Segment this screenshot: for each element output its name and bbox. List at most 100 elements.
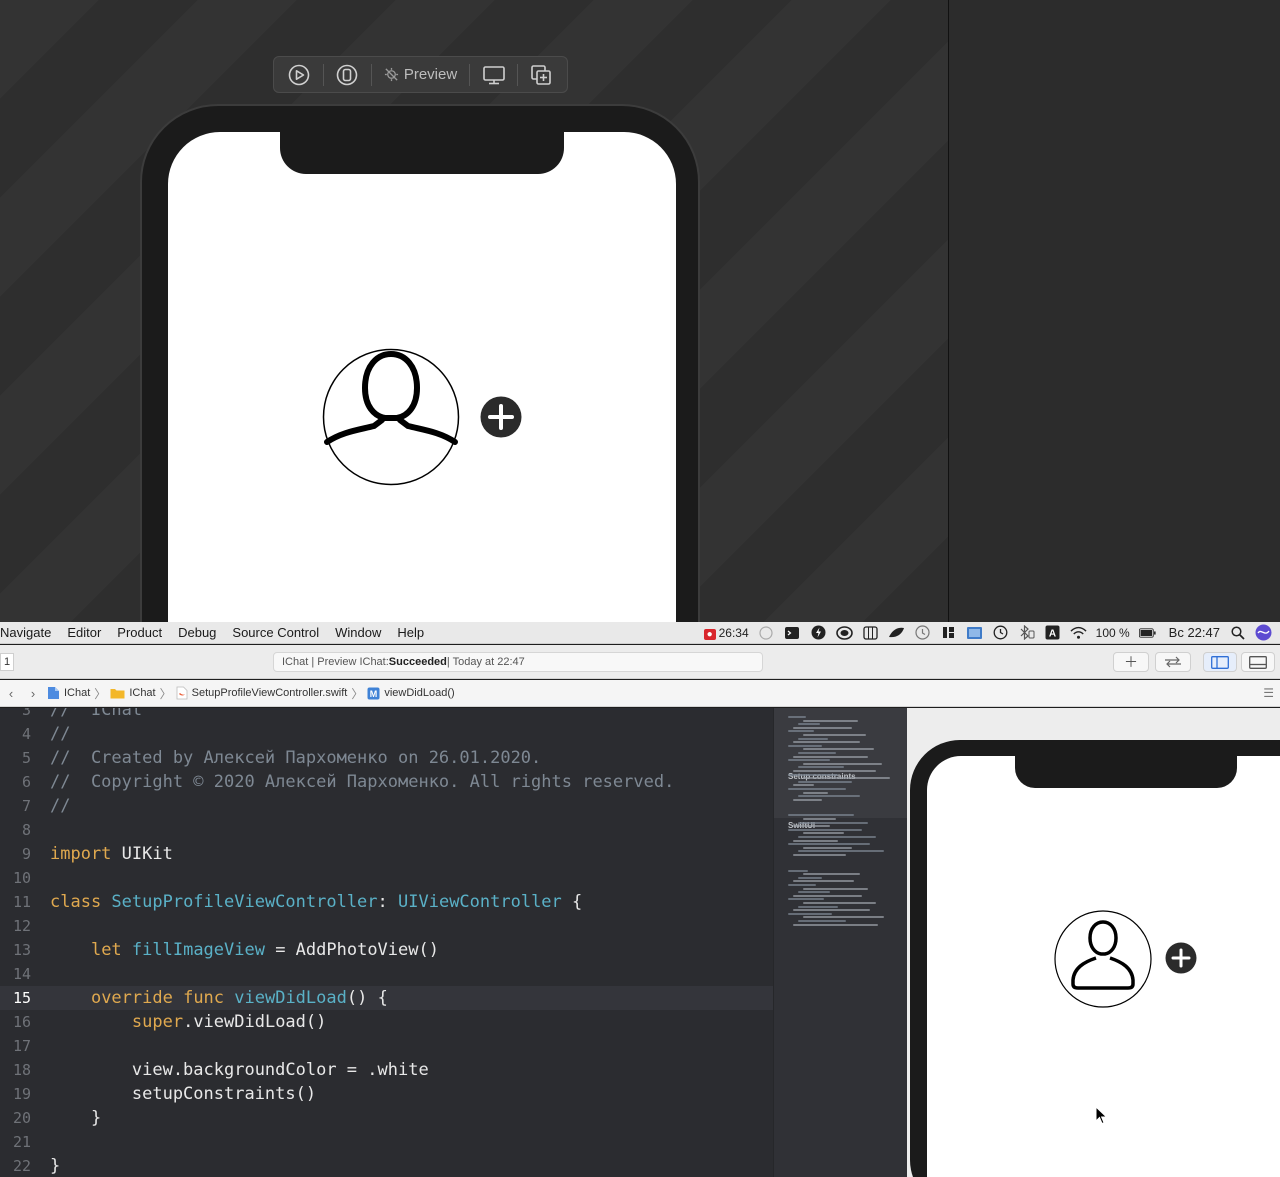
minimap-line — [803, 762, 882, 765]
phone-notch — [280, 132, 564, 174]
code-line[interactable]: 10 — [0, 866, 773, 890]
code-line[interactable]: 8 — [0, 818, 773, 842]
bluetooth-icon[interactable] — [1018, 625, 1035, 640]
add-photo-button[interactable] — [480, 396, 522, 438]
code-review-button[interactable] — [1155, 652, 1191, 672]
live-preview-button[interactable] — [280, 60, 319, 90]
avatar-placeholder-icon[interactable] — [322, 348, 460, 486]
input-source-icon[interactable]: A — [1044, 625, 1061, 640]
menu-navigate[interactable]: Navigate — [0, 625, 59, 640]
canvas-preview-small — [907, 708, 1280, 1177]
code-line[interactable]: 9 import UIKit — [0, 842, 773, 866]
device-settings-button[interactable] — [474, 60, 513, 90]
code-line[interactable]: 19 setupConstraints() — [0, 1082, 773, 1106]
scheme-selector[interactable]: 1 — [0, 653, 14, 671]
bottom-panel-icon — [1249, 655, 1267, 669]
code-text: view.backgroundColor = .white — [50, 1058, 429, 1082]
time-machine-icon[interactable] — [992, 625, 1009, 640]
bolt-icon[interactable] — [810, 625, 827, 640]
code-line[interactable]: 18 view.backgroundColor = .white — [0, 1058, 773, 1082]
line-number: 12 — [12, 917, 31, 935]
leaf-icon[interactable] — [888, 625, 905, 640]
menu-debug[interactable]: Debug — [170, 625, 224, 640]
code-token-comment: // — [50, 724, 71, 744]
activity-viewer: IChat | Preview IChat: Succeeded | Today… — [273, 652, 763, 672]
code-editor[interactable]: 3 // IChat 4 // 5 // Created by Алексей Пархо… — [0, 708, 773, 1177]
code-token-kw: super — [131, 1012, 184, 1032]
code-line[interactable]: 14 — [0, 962, 773, 986]
navigator-toggle-button[interactable] — [1203, 652, 1237, 672]
minimap-line — [803, 916, 884, 919]
code-token-id: fillImageView — [121, 940, 265, 960]
minimap-line — [793, 854, 846, 856]
code-line[interactable]: 20 } — [0, 1106, 773, 1130]
menu-editor[interactable]: Editor — [59, 625, 109, 640]
minimap-line — [803, 887, 868, 890]
code-line[interactable]: 15 override func viewDidLoad() { — [0, 986, 773, 1010]
minimap-line — [793, 894, 862, 897]
minimap-line — [788, 716, 806, 718]
debug-area-toggle-button[interactable] — [1241, 652, 1275, 672]
cloud-icon[interactable] — [835, 625, 853, 640]
menubar-clock[interactable]: Вс 22:47 — [1169, 625, 1220, 640]
jumpbar-group-label: IChat — [129, 687, 156, 699]
code-line[interactable]: 11 class SetupProfileViewController: UIVi… — [0, 890, 773, 914]
avatar-placeholder-icon-small[interactable] — [1054, 910, 1152, 1008]
code-line[interactable]: 16 super.viewDidLoad() — [0, 1010, 773, 1034]
recording-indicator[interactable]: ● 26:34 — [703, 626, 749, 640]
jumpbar-project[interactable]: IChat — [44, 686, 93, 700]
jumpbar-method[interactable]: M viewDidLoad() — [364, 687, 457, 700]
jumpbar-file[interactable]: SetupProfileViewController.swift — [173, 686, 351, 700]
back-arrow-icon[interactable]: ‹ — [0, 686, 22, 701]
forward-arrow-icon[interactable]: › — [22, 686, 44, 701]
preview-on-device-button[interactable] — [328, 60, 367, 90]
line-number: 7 — [21, 797, 31, 815]
minimap-line — [803, 791, 828, 794]
terminal-icon[interactable] — [784, 625, 801, 640]
menu-window[interactable]: Window — [327, 625, 389, 640]
minimap-line — [798, 850, 884, 853]
code-line[interactable]: 13 let fillImageView = AddPhotoView() — [0, 938, 773, 962]
menubar-status-area: ● 26:34 A 100 % Вс 22:47 — [703, 624, 1280, 641]
phone-screen-small — [927, 756, 1280, 1177]
minimap[interactable]: Setup constraints SwiftUI — [773, 708, 907, 1177]
battery-icon[interactable] — [1138, 625, 1156, 640]
code-line[interactable]: 3 // IChat — [0, 708, 773, 722]
menu-product[interactable]: Product — [109, 625, 170, 640]
code-token-comment: // IChat — [50, 708, 143, 720]
minimap-line — [798, 737, 828, 740]
code-line[interactable]: 7 // — [0, 794, 773, 818]
clock-outline-icon[interactable] — [914, 625, 931, 640]
library-button[interactable]: ＋ — [1113, 652, 1149, 672]
line-number: 3 — [21, 708, 31, 719]
wifi-icon[interactable] — [1070, 625, 1087, 640]
minimap-line — [803, 818, 836, 820]
add-photo-button-small[interactable] — [1165, 942, 1197, 974]
preview-settings-button[interactable]: Preview — [376, 60, 465, 90]
menu-source-control[interactable]: Source Control — [224, 625, 327, 640]
code-token-rest: setupConstraints() — [50, 1084, 317, 1104]
minimap-line — [793, 909, 870, 912]
code-line[interactable]: 21 — [0, 1130, 773, 1154]
siri-icon[interactable] — [1255, 624, 1272, 641]
chevron-right-icon: 〉 — [351, 686, 364, 701]
menu-help[interactable]: Help — [389, 625, 432, 640]
spotlight-search-icon[interactable] — [1229, 625, 1246, 640]
grid-icon[interactable] — [862, 625, 879, 640]
code-text: super.viewDidLoad() — [50, 1010, 326, 1034]
code-line[interactable]: 4 // — [0, 722, 773, 746]
duplicate-preview-button[interactable] — [522, 60, 561, 90]
battery-percent[interactable]: 100 % — [1096, 626, 1130, 640]
line-number: 16 — [12, 1013, 31, 1031]
code-line[interactable]: 22} — [0, 1154, 773, 1177]
code-line[interactable]: 12 — [0, 914, 773, 938]
jumpbar-group[interactable]: IChat — [107, 687, 158, 699]
editor-options-icon[interactable]: ☰ — [1263, 686, 1280, 700]
status-icon-1[interactable] — [758, 625, 775, 640]
code-line[interactable]: 17 — [0, 1034, 773, 1058]
minimap-line — [793, 726, 852, 729]
code-line[interactable]: 5 // Created by Алексей Пархоменко on 26.… — [0, 746, 773, 770]
windows-icon[interactable] — [940, 625, 957, 640]
display-icon[interactable] — [966, 625, 983, 640]
code-line[interactable]: 6 // Copyright © 2020 Алексей Пархоменко.… — [0, 770, 773, 794]
